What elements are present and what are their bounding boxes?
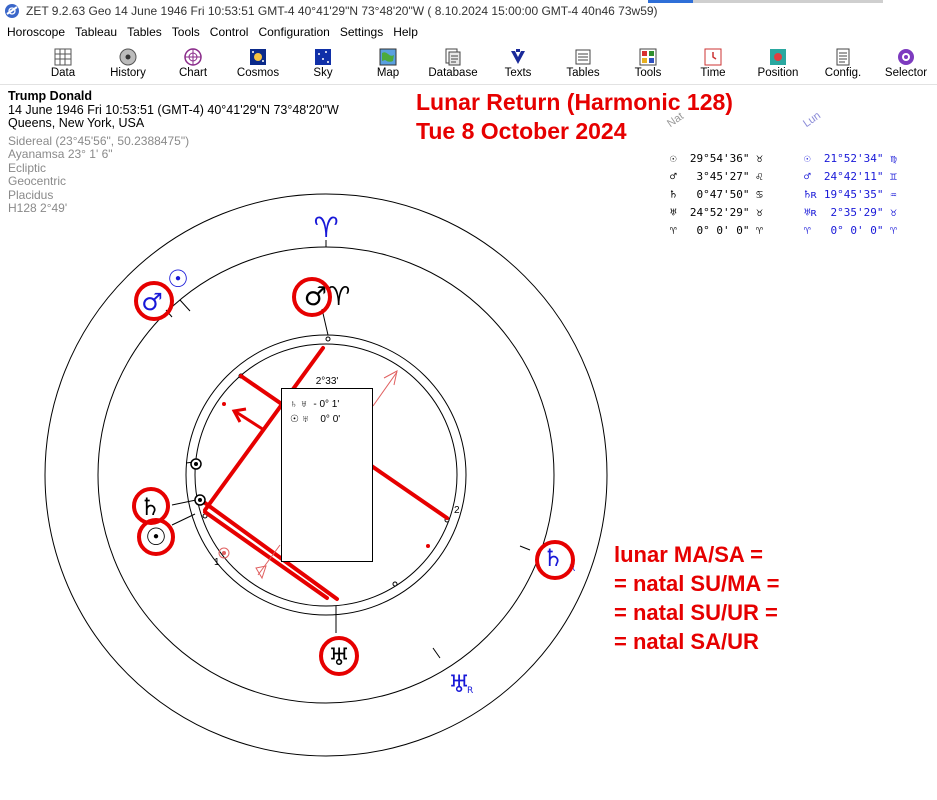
annotation: lunar MA/SA = = natal SU/MA = = natal SU…: [614, 540, 779, 656]
aspect-row-value: - 0° 1': [313, 399, 340, 410]
house-label-1: 1: [214, 557, 220, 568]
lunar-mars-glyph: ♂: [141, 288, 163, 316]
aspect-row: ☉ ♅ 0° 0': [290, 414, 340, 425]
planet-markers: [190, 458, 206, 506]
lunar-sun-glyph: ☉: [167, 265, 189, 293]
house-label-2: 2: [454, 505, 460, 516]
direction-arrow: [231, 407, 265, 432]
aspect-row-value: 0° 0': [320, 414, 341, 425]
lunar-saturn-glyph: ♄: [542, 544, 564, 572]
lunar-uranus-retro: R: [467, 686, 473, 696]
aspect-row-planets: ♄ ♅: [290, 399, 308, 410]
aries-outer-glyph: ♈: [313, 211, 338, 244]
node-marker-icon: [255, 565, 267, 580]
small-planet-core: [222, 551, 226, 555]
annotation-line: lunar MA/SA =: [614, 542, 763, 567]
chart-wheel[interactable]: 2 1 ♈ ♂♈ ♂ ☉ ♄ ☉ ♄ R ♅ ♅ R: [0, 0, 937, 800]
natal-uranus-glyph: ♅: [328, 643, 350, 671]
aspect-row-planets: ☉ ♅: [290, 414, 310, 425]
annotation-line: = natal SA/UR: [614, 629, 759, 654]
aspect-box-title: 2°33': [315, 376, 339, 387]
aspect-box: 2°33' ♄ ♅ - 0° 1' ☉ ♅ 0° 0': [281, 376, 373, 562]
annotation-line: = natal SU/UR =: [614, 600, 778, 625]
annotation-line: = natal SU/MA =: [614, 571, 780, 596]
natal-saturn-glyph: ♄: [139, 493, 161, 521]
aspect-row: ♄ ♅ - 0° 1': [290, 399, 339, 410]
natal-sun-glyph: ☉: [145, 523, 167, 551]
